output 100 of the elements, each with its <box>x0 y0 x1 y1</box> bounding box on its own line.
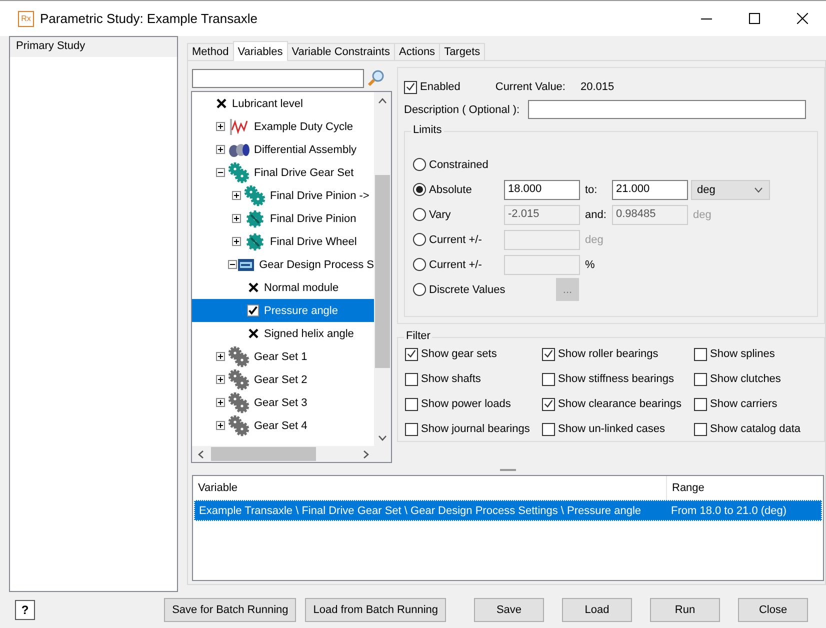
window-title: Parametric Study: Example Transaxle <box>40 11 258 26</box>
expand-icon[interactable] <box>232 237 240 246</box>
checkbox-label: Show carriers <box>710 398 778 410</box>
checkbox[interactable] <box>542 422 555 436</box>
radio-button[interactable]: Absolute <box>413 183 504 196</box>
unit-label: % <box>585 258 595 270</box>
checkbox-label: Show catalog data <box>710 423 801 435</box>
checkbox[interactable] <box>694 398 707 410</box>
action-button[interactable]: Save <box>474 598 544 622</box>
app-logo: Rx <box>18 10 34 26</box>
checkbox[interactable] <box>542 348 555 360</box>
close-icon <box>796 13 808 24</box>
separator-label: and: <box>584 208 608 220</box>
tree-item[interactable]: Gear Set 3 <box>192 391 374 414</box>
radio-button[interactable]: Current +/- <box>413 233 504 246</box>
maximize-icon <box>748 13 760 24</box>
tree-item-label: Pressure angle <box>264 304 338 316</box>
action-button[interactable]: Run <box>650 598 720 622</box>
expand-icon[interactable] <box>216 398 224 407</box>
current-value-label: Current Value: <box>495 81 566 93</box>
tree-item[interactable]: Signed helix angle <box>192 322 374 345</box>
unit-label: deg <box>693 208 712 220</box>
tab[interactable]: Method <box>187 43 234 60</box>
scrollbar-thumb[interactable] <box>211 447 316 461</box>
tree-item-label: Signed helix angle <box>264 328 354 340</box>
checkbox-label: Show shafts <box>421 373 481 385</box>
action-button[interactable]: Load from Batch Running <box>305 598 446 622</box>
enabled-checkbox[interactable] <box>404 80 417 94</box>
tree-item[interactable]: Gear Design Process S <box>192 253 374 276</box>
tree-item[interactable]: Gear Set 2 <box>192 368 374 391</box>
radio-button[interactable]: Vary <box>413 208 504 221</box>
collapse-icon[interactable] <box>228 260 238 269</box>
radio-button[interactable]: Constrained <box>413 158 504 171</box>
radio-button[interactable]: Discrete Values <box>413 283 504 296</box>
tree-item[interactable]: Final Drive Gear Set <box>192 161 374 184</box>
expand-icon[interactable] <box>232 191 240 200</box>
expand-icon[interactable] <box>216 145 224 154</box>
expand-icon[interactable] <box>232 214 240 223</box>
checkbox[interactable] <box>405 348 418 360</box>
checkbox[interactable] <box>405 398 418 410</box>
tab[interactable]: Variables <box>232 41 288 61</box>
tree-item[interactable]: Pressure angle <box>192 299 374 322</box>
tree-item-label: Final Drive Pinion <box>270 212 356 224</box>
tree-item-label: Final Drive Gear Set <box>254 166 354 178</box>
gear-icon <box>245 232 265 252</box>
checkbox-label: Show power loads <box>421 398 511 410</box>
action-button[interactable]: Close <box>738 598 808 622</box>
input-field[interactable]: 18.000 <box>504 180 580 200</box>
cross-icon[interactable] <box>248 328 258 339</box>
collapse-icon[interactable] <box>216 168 224 177</box>
expand-icon[interactable] <box>216 375 224 384</box>
check-icon[interactable] <box>247 304 259 317</box>
tree-item-label: Final Drive Wheel <box>270 236 357 248</box>
action-button[interactable]: Load <box>562 598 632 622</box>
tree-item[interactable]: Gear Set 1 <box>192 345 374 368</box>
tree-item[interactable]: Lubricant level <box>192 92 374 115</box>
table-cell-text: From 18.0 to 21.0 (deg) <box>670 504 787 516</box>
description-label: Description ( Optional ): <box>404 104 520 116</box>
checkbox-label: Show clutches <box>710 373 781 385</box>
tree-item[interactable]: Final Drive Wheel <box>192 230 374 253</box>
description-field[interactable] <box>528 100 806 119</box>
search-field[interactable] <box>192 68 364 88</box>
tree-item-label: Final Drive Pinion -> <box>270 190 370 202</box>
checkbox[interactable] <box>542 398 555 410</box>
action-button[interactable]: Save for Batch Running <box>164 598 296 622</box>
tree-item[interactable]: Example Duty Cycle <box>192 115 374 138</box>
unit-dropdown[interactable]: deg <box>691 180 770 200</box>
search-icon[interactable] <box>367 69 385 87</box>
column-header[interactable]: Range <box>667 482 704 494</box>
current-value: 20.015 <box>580 81 614 93</box>
radio-button[interactable]: Current +/- <box>413 258 504 271</box>
scrollbar-thumb[interactable] <box>375 175 390 368</box>
cross-icon[interactable] <box>216 98 226 109</box>
checkbox-label: Show roller bearings <box>558 348 658 360</box>
checkbox[interactable] <box>405 372 418 386</box>
checkbox[interactable] <box>542 372 555 386</box>
tree-item[interactable]: Normal module <box>192 276 374 299</box>
expand-icon[interactable] <box>216 421 224 430</box>
checkbox[interactable] <box>694 348 707 360</box>
tab[interactable]: Targets <box>439 43 486 60</box>
checkbox-label: Show gear sets <box>421 348 497 360</box>
study-item[interactable]: Primary Study <box>10 37 177 57</box>
checkbox[interactable] <box>405 422 418 436</box>
help-button[interactable]: ? <box>15 600 35 620</box>
tree-item[interactable]: Differential Assembly <box>192 138 374 161</box>
tree-item[interactable]: Final Drive Pinion -> <box>192 184 374 207</box>
checkbox[interactable] <box>694 422 707 436</box>
splitter-handle[interactable] <box>500 468 516 470</box>
checkbox[interactable] <box>694 372 707 386</box>
tree-item[interactable]: Gear Set 4 <box>192 414 374 437</box>
cross-icon[interactable] <box>248 282 258 293</box>
expand-icon[interactable] <box>216 352 224 361</box>
tree-item-label: Normal module <box>264 282 339 294</box>
input-field[interactable]: 21.000 <box>612 180 688 200</box>
list-row[interactable]: Example Transaxle \ Final Drive Gear Set \ Gear Design Process Settings \ Pressure angle From 18.0 to 21.0 (deg) <box>194 500 822 521</box>
limits-title: Limits <box>411 124 444 136</box>
expand-icon[interactable] <box>216 122 224 131</box>
checkbox-label: Show un-linked cases <box>558 423 666 435</box>
tree-item-label: Gear Set 1 <box>254 350 308 362</box>
tree-item[interactable]: Final Drive Pinion <box>192 207 374 230</box>
